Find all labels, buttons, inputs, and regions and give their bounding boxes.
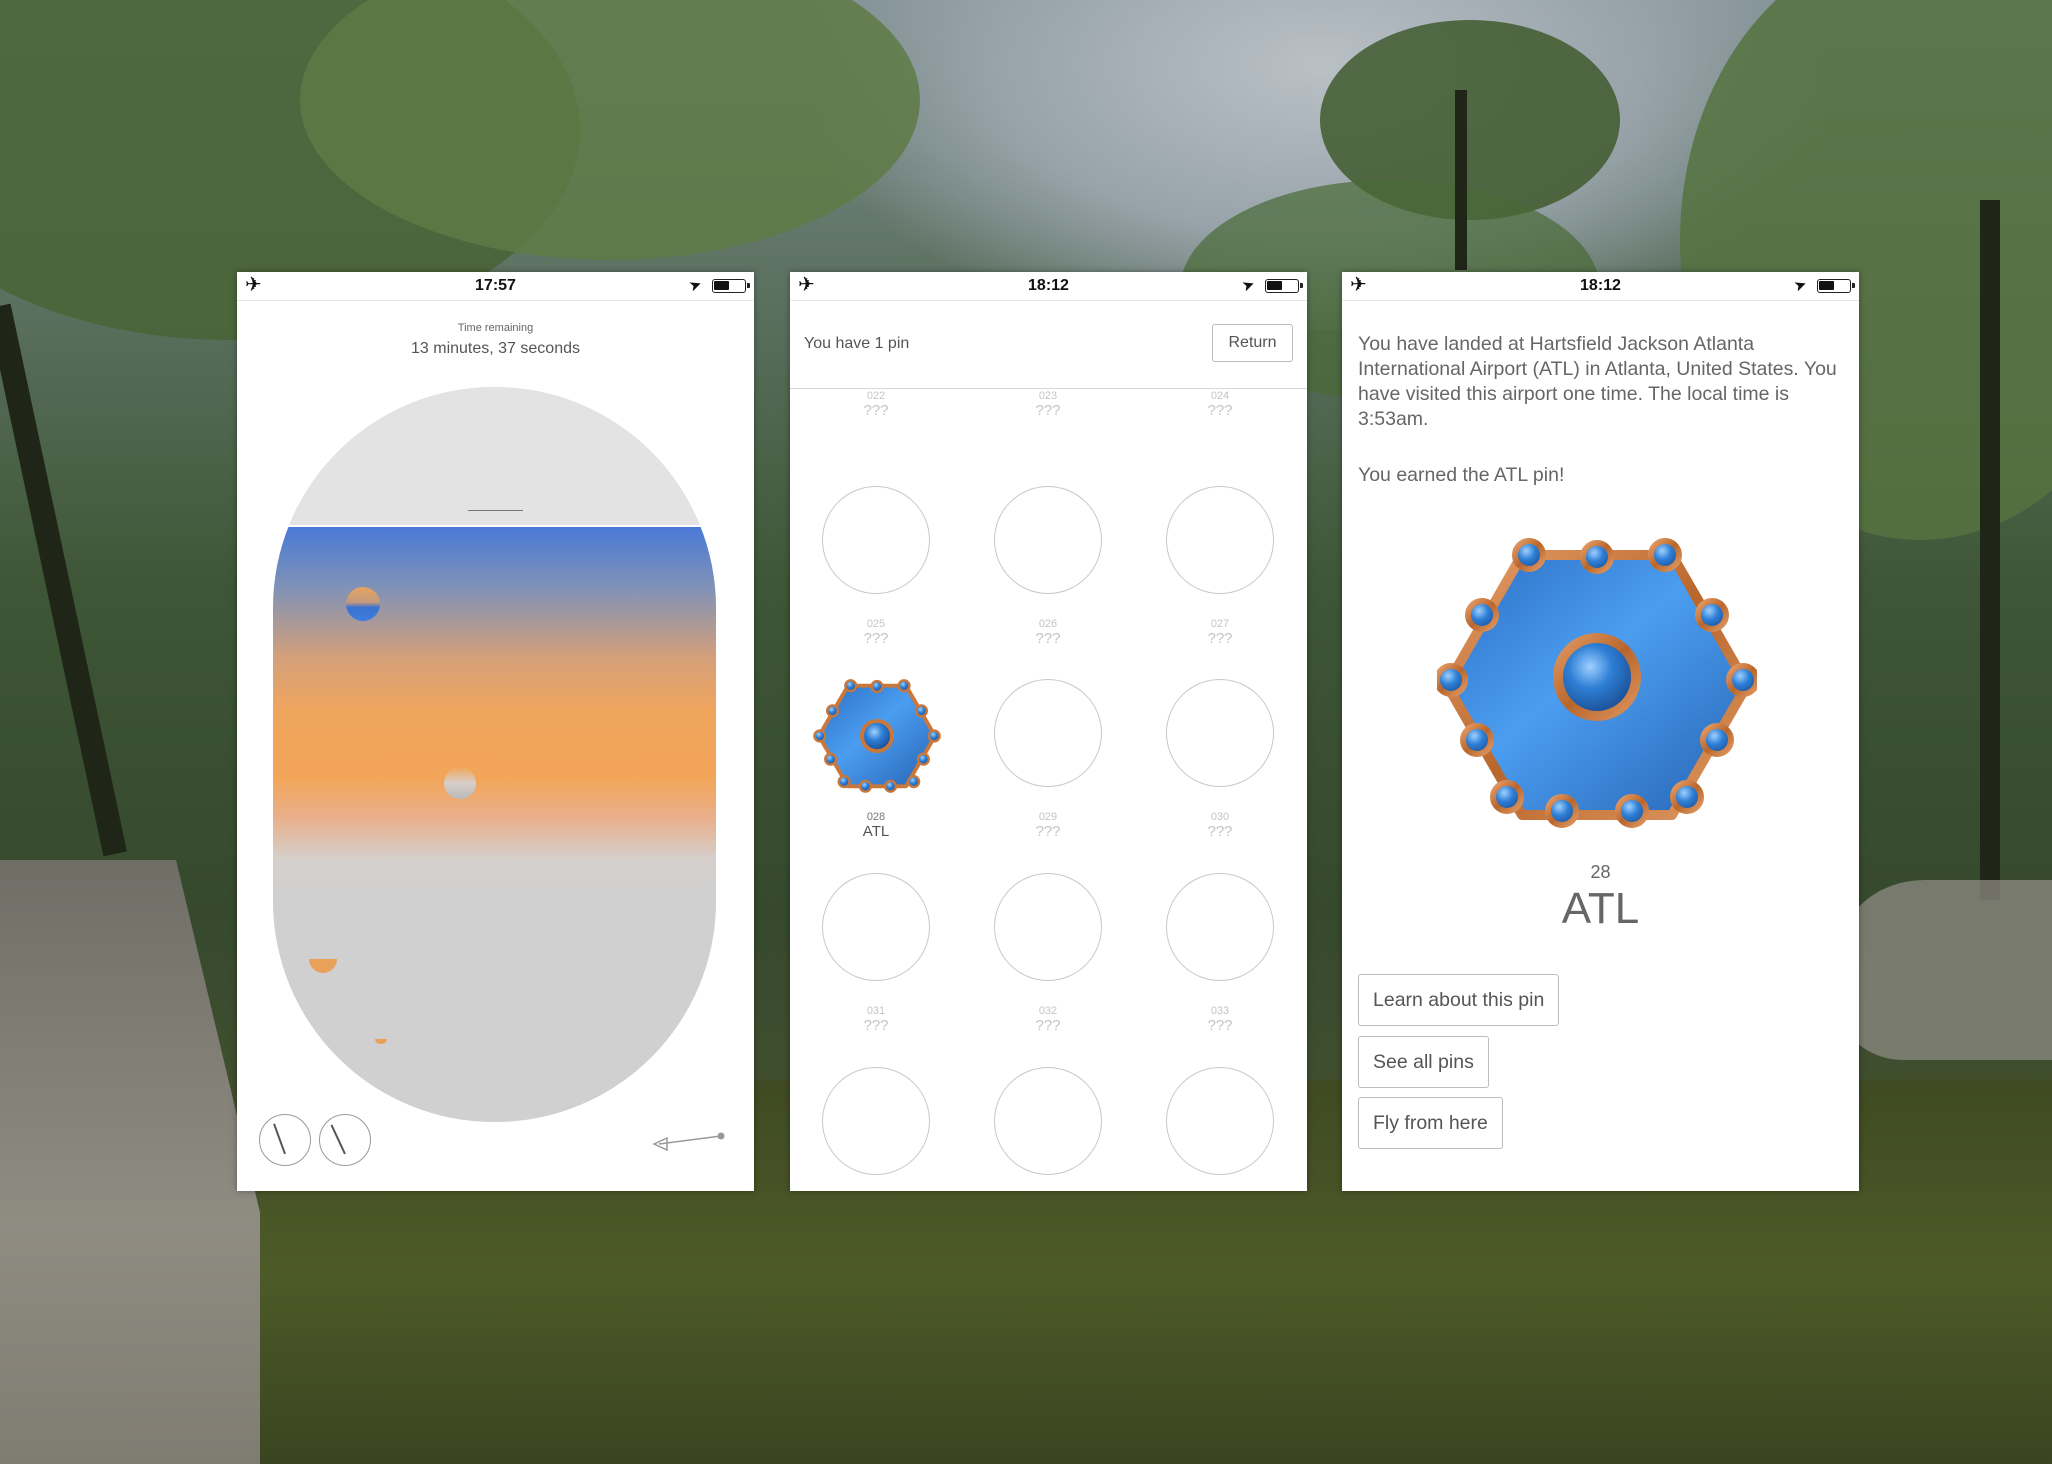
fly-from-here-button[interactable]: Fly from here [1358, 1097, 1503, 1149]
timer-label: Time remaining [457, 322, 534, 334]
see-all-pins-button[interactable]: See all pins [1358, 1036, 1489, 1088]
pin-number: 28 [1590, 862, 1611, 882]
airplane-window[interactable] [273, 387, 716, 1122]
battery-icon [1817, 279, 1855, 293]
status-bar: ✈ 17:57 ➤ [237, 272, 754, 301]
battery-icon [712, 279, 750, 293]
earned-message: You earned the ATL pin! [1358, 464, 1565, 486]
pin-slot[interactable] [962, 1067, 1112, 1191]
status-time: 18:12 [1028, 277, 1069, 294]
pin-slot[interactable]: 033??? [1134, 873, 1284, 1063]
status-bar: ✈ 18:12 ➤ [1342, 272, 1859, 301]
phone-landing-screen: ✈ 18:12 ➤ You have landed at Hartsfield … [1342, 272, 1859, 1191]
learn-about-pin-button[interactable]: Learn about this pin [1358, 974, 1560, 1026]
pin-slot[interactable]: 030??? [1134, 679, 1284, 869]
window-view [273, 527, 716, 1122]
battery-icon [1265, 279, 1303, 293]
pin-slot[interactable]: 031??? [790, 873, 940, 1063]
sky-orb [346, 587, 380, 621]
timer-value: 13 minutes, 37 seconds [411, 340, 580, 357]
atl-pin-icon [1437, 538, 1757, 828]
pin-slot[interactable] [1134, 1067, 1284, 1191]
pin-slot[interactable]: 027??? [1134, 486, 1284, 676]
sky-orb [309, 959, 337, 973]
status-bar: ✈ 18:12 ➤ [790, 272, 1307, 301]
pin-count: You have 1 pin [804, 335, 910, 352]
status-time: 18:12 [1580, 277, 1621, 294]
pin-grid: 022??? 023??? 024??? 025??? 026??? 027??… [790, 272, 1307, 1191]
clock-dial-left[interactable] [259, 1114, 311, 1166]
shade-handle[interactable] [468, 510, 523, 511]
flight-path-icon[interactable] [651, 1127, 726, 1151]
window-shade[interactable] [273, 387, 716, 527]
landing-message: You have landed at Hartsfield Jackson At… [1358, 333, 1837, 430]
status-time: 17:57 [475, 277, 516, 294]
phone-pin-collection: ✈ 18:12 ➤ You have 1 pin Return 022??? 0… [790, 272, 1307, 1191]
pin-slot[interactable]: 026??? [962, 486, 1112, 676]
pin-slot[interactable]: 025??? [790, 486, 940, 676]
clock-dial-right[interactable] [319, 1114, 371, 1166]
atl-pin-icon [813, 679, 941, 793]
return-button[interactable]: Return [1212, 324, 1293, 362]
collection-header: You have 1 pin Return [790, 300, 1307, 389]
pin-name: ATL [1561, 884, 1640, 933]
pin-slot[interactable] [790, 1067, 940, 1191]
phone-flight-screen: ✈ 17:57 ➤ Time remaining 13 minutes, 37 … [237, 272, 754, 1191]
pin-slot[interactable]: 029??? [962, 679, 1112, 869]
pin-slot-atl[interactable]: 028 ATL [790, 679, 941, 869]
pin-slot[interactable]: 032??? [962, 873, 1112, 1063]
sky-orb [375, 1039, 387, 1044]
sky-orb [444, 767, 476, 799]
